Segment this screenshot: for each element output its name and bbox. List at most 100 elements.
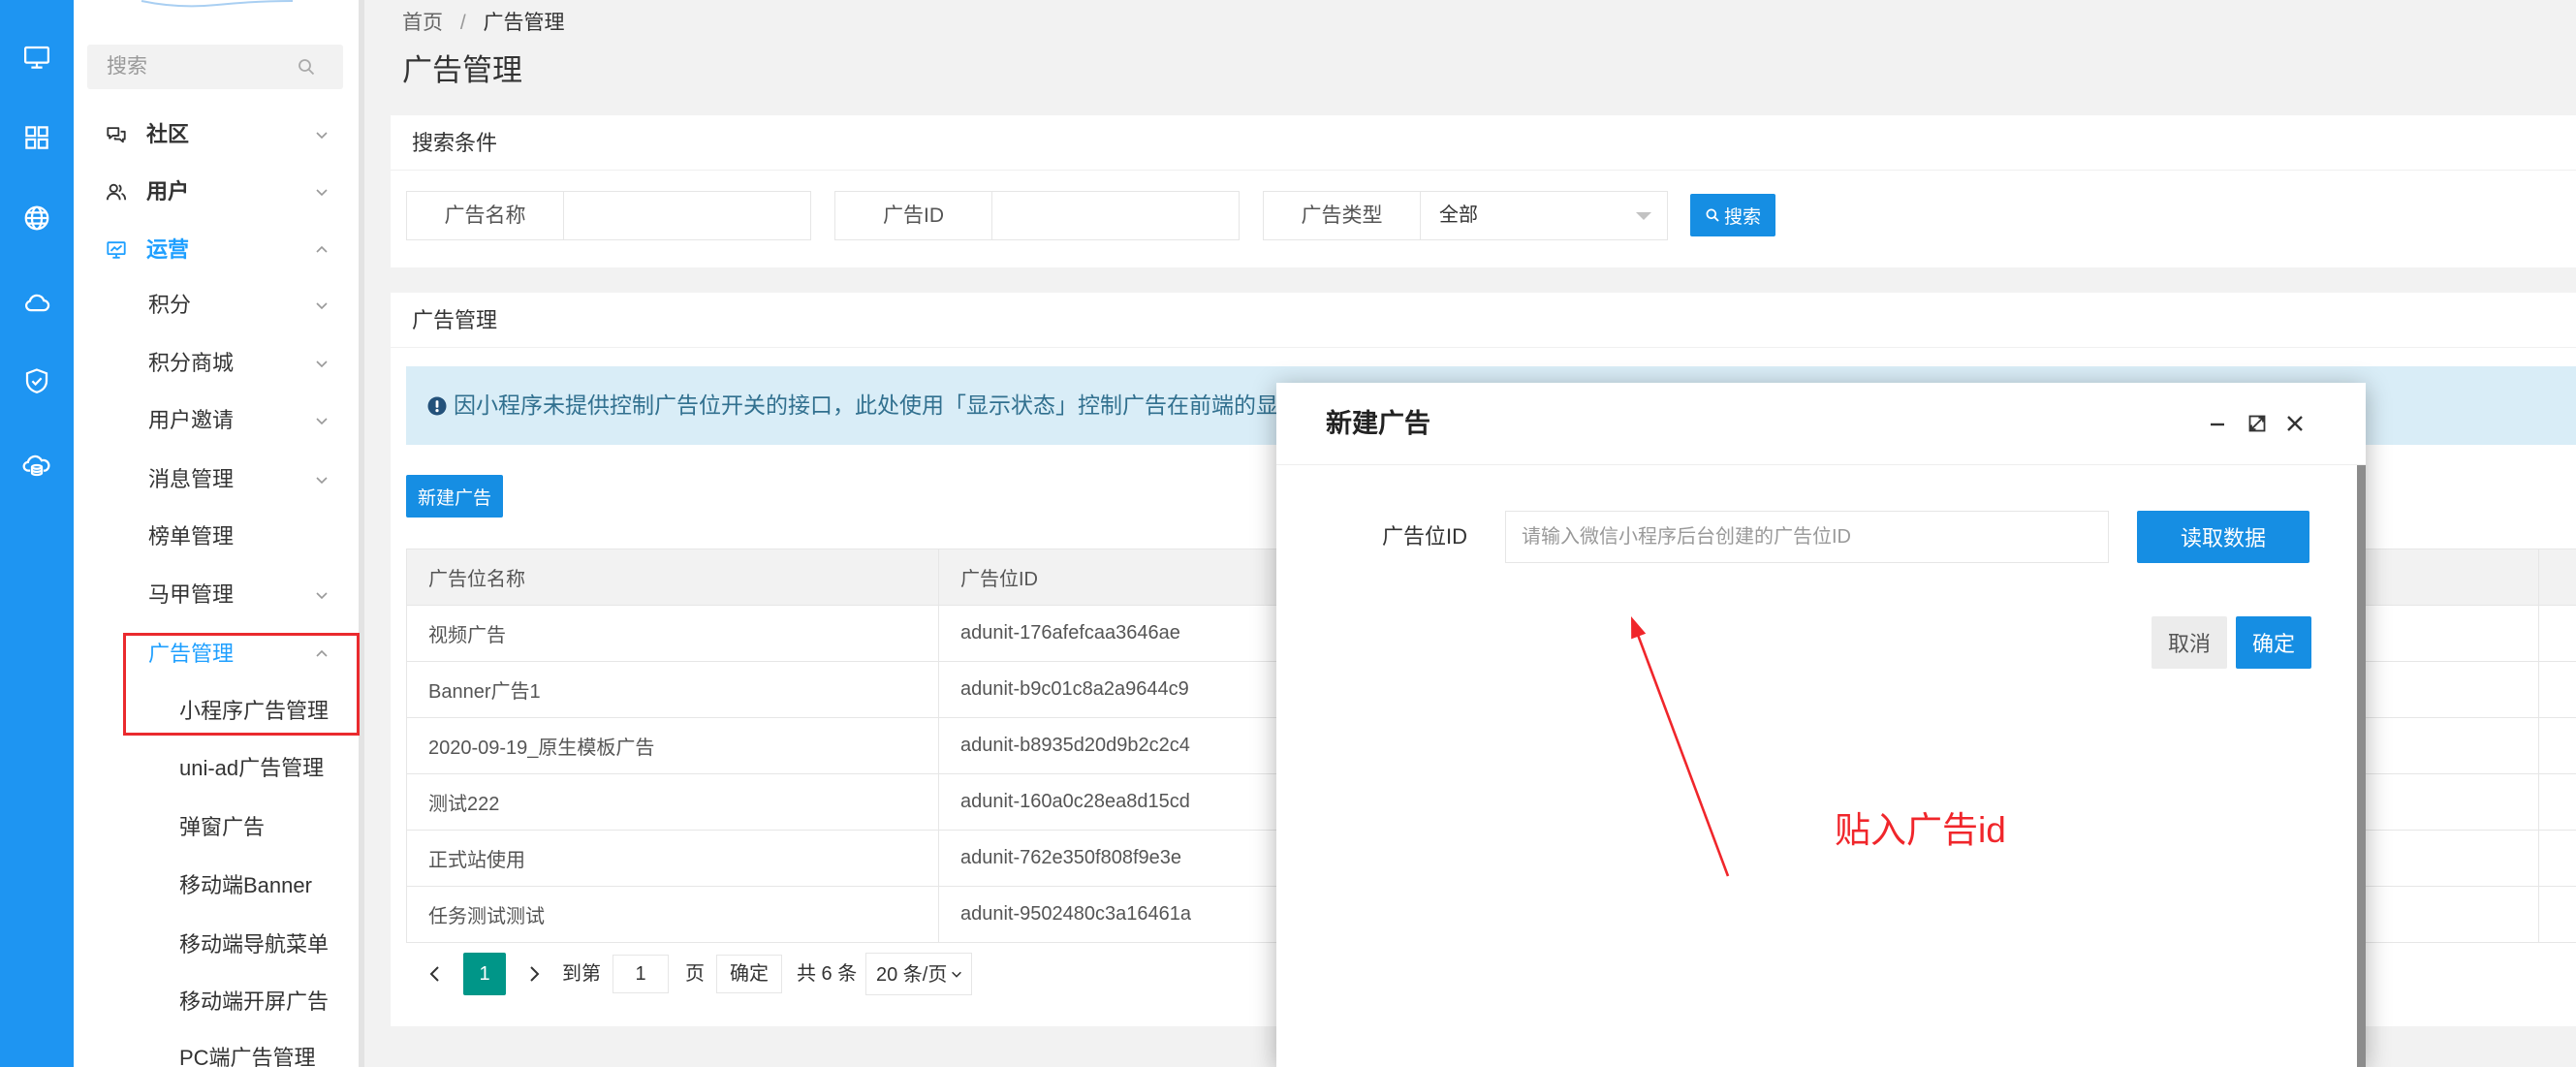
annotation-arrow — [1618, 606, 1744, 887]
ad-menu-label: PC端广告管理 — [179, 1046, 316, 1067]
chevron-down-icon — [314, 356, 330, 371]
dropdown-arrow-icon — [1636, 212, 1651, 220]
current-page-button[interactable]: 1 — [463, 953, 506, 995]
page-size-select[interactable]: 20 条/页 — [865, 953, 972, 995]
total-count: 共 6 条 — [797, 963, 858, 985]
ad-type-field: 广告类型 全部 — [1263, 191, 1668, 240]
ad-type-select[interactable]: 全部 — [1420, 191, 1668, 240]
chevron-down-icon — [950, 967, 963, 981]
menu-label: 用户 — [146, 179, 190, 204]
ad-name-cell: Banner广告1 — [406, 661, 939, 718]
annotation-highlight-box — [123, 633, 360, 736]
chevron-down-icon — [314, 413, 330, 428]
goto-confirm-button[interactable]: 确定 — [716, 955, 782, 993]
menu-item-operations[interactable]: 运营 — [74, 222, 359, 278]
annotation-text: 贴入广告id — [1835, 810, 2006, 850]
cancel-button[interactable]: 取消 — [2152, 616, 2227, 669]
submenu-item-points[interactable]: 积分 — [74, 277, 359, 333]
breadcrumb-home[interactable]: 首页 — [402, 12, 443, 34]
breadcrumb-current: 广告管理 — [483, 12, 565, 34]
cloud-icon[interactable] — [22, 288, 51, 317]
extra-cell — [2538, 717, 2576, 774]
submenu-label: 马甲管理 — [148, 582, 235, 607]
ad-name-cell: 正式站使用 — [406, 830, 939, 887]
column-header-ad-name[interactable]: 广告位名称 — [406, 549, 939, 606]
grid-icon[interactable] — [22, 123, 51, 152]
extra-cell — [2538, 830, 2576, 887]
dialog-title: 新建广告 — [1326, 409, 1430, 438]
read-data-button[interactable]: 读取数据 — [2137, 511, 2309, 563]
chat-icon — [106, 124, 127, 145]
submenu-item-vest-accounts[interactable]: 马甲管理 — [74, 567, 359, 623]
ad-name-cell: 测试222 — [406, 773, 939, 831]
page-size-value: 20 条/页 — [876, 964, 948, 986]
dialog-scrollbar[interactable] — [2357, 465, 2366, 1067]
ad-menu-label: 弹窗广告 — [179, 815, 266, 839]
menu-item-community[interactable]: 社区 — [74, 107, 359, 163]
minimize-icon[interactable] — [2207, 413, 2228, 434]
submenu-item-user-invite[interactable]: 用户邀请 — [74, 392, 359, 449]
ad-menu-item-uni-ad[interactable]: uni-ad广告管理 — [74, 740, 359, 797]
submenu-item-rankings[interactable]: 榜单管理 — [74, 509, 359, 565]
ad-menu-item-mobile-splash[interactable]: 移动端开屏广告 — [74, 974, 359, 1030]
search-icon[interactable] — [297, 57, 316, 77]
extra-cell — [2538, 661, 2576, 718]
chevron-down-icon — [314, 184, 330, 200]
goto-label: 到第 — [562, 963, 601, 985]
ad-name-cell: 视频广告 — [406, 605, 939, 662]
logo — [140, 0, 295, 10]
ad-unit-id-label: 广告位ID — [1381, 524, 1467, 549]
ad-type-value: 全部 — [1439, 204, 1478, 226]
search-button-label: 搜索 — [1723, 206, 1761, 228]
ad-menu-label: uni-ad广告管理 — [179, 756, 325, 780]
menu-label: 社区 — [146, 122, 190, 146]
chevron-down-icon — [314, 298, 330, 313]
ad-unit-id-input[interactable] — [1505, 511, 2109, 563]
ad-menu-item-mobile-banner[interactable]: 移动端Banner — [74, 858, 359, 914]
globe-icon[interactable] — [22, 204, 51, 233]
chevron-down-icon — [314, 127, 330, 142]
extra-cell — [2538, 773, 2576, 831]
ad-name-input[interactable] — [563, 191, 811, 240]
ad-menu-label: 移动端开屏广告 — [179, 989, 330, 1014]
page-title: 广告管理 — [402, 53, 522, 87]
users-icon — [106, 181, 127, 203]
dialog-header: 新建广告 — [1276, 383, 2366, 465]
search-button[interactable]: 搜索 — [1690, 194, 1775, 236]
breadcrumb: 首页 / 广告管理 — [402, 10, 565, 37]
menu-item-users[interactable]: 用户 — [74, 164, 359, 220]
sidebar: 社区 用户 运营 积分 积分商城 用户邀请 消息管理 榜单管理 马甲管理 — [74, 0, 359, 1067]
submenu-label: 积分 — [148, 293, 192, 317]
menu-label: 运营 — [146, 237, 190, 262]
chevron-left-icon[interactable] — [427, 953, 443, 995]
ad-menu-item-popup[interactable]: 弹窗广告 — [74, 800, 359, 856]
maximize-icon[interactable] — [2246, 413, 2268, 434]
monitor-icon[interactable] — [22, 43, 51, 72]
exclamation-circle-icon — [427, 396, 447, 416]
extra-cell — [2538, 605, 2576, 662]
ad-id-input[interactable] — [991, 191, 1240, 240]
confirm-button[interactable]: 确定 — [2236, 616, 2311, 669]
new-ad-button[interactable]: 新建广告 — [406, 475, 503, 518]
shield-check-icon[interactable] — [22, 366, 51, 395]
chevron-down-icon — [314, 587, 330, 603]
submenu-label: 消息管理 — [148, 467, 235, 491]
ad-name-field: 广告名称 — [406, 191, 811, 240]
chevron-right-icon[interactable] — [526, 953, 542, 995]
ad-menu-item-mobile-nav[interactable]: 移动端导航菜单 — [74, 917, 359, 973]
ad-type-label: 广告类型 — [1263, 191, 1421, 240]
search-card: 搜索条件 广告名称 广告ID 广告类型 全部 搜索 — [391, 115, 2576, 267]
goto-page-input[interactable] — [613, 955, 669, 993]
ad-name-cell: 任务测试测试 — [406, 886, 939, 943]
submenu-item-points-mall[interactable]: 积分商城 — [74, 335, 359, 392]
chevron-down-icon — [314, 472, 330, 487]
ad-list-card-title: 广告管理 — [391, 293, 2576, 348]
submenu-label: 积分商城 — [148, 351, 235, 375]
chevron-up-icon — [314, 242, 330, 258]
ad-menu-item-pc[interactable]: PC端广告管理 — [74, 1030, 359, 1067]
cloud-database-icon[interactable] — [22, 451, 51, 480]
search-icon — [1705, 207, 1720, 223]
close-icon[interactable] — [2284, 413, 2306, 434]
submenu-item-messages[interactable]: 消息管理 — [74, 452, 359, 508]
column-header-extra — [2538, 549, 2576, 606]
